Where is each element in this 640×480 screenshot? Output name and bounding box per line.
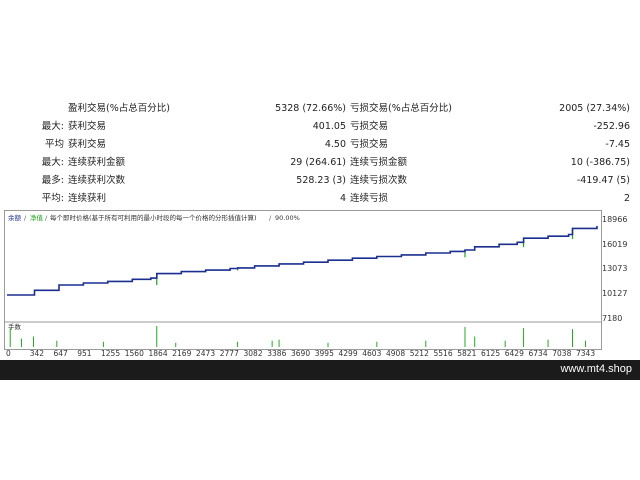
x-tick-label: 4299 [339, 349, 358, 358]
chart-axes: 18966 16019 13073 10127 7180 0 342 647 951 1255 15… [6, 215, 627, 358]
y-tick-label: 7180 [602, 314, 622, 323]
x-tick-label: 3082 [244, 349, 263, 358]
x-tick-label: 2777 [220, 349, 239, 358]
y-tick-label: 10127 [602, 289, 627, 298]
x-tick-label: 647 [54, 349, 69, 358]
y-tick-label: 18966 [602, 215, 627, 224]
x-tick-label: 1864 [149, 349, 168, 358]
x-tick-label: 2473 [196, 349, 215, 358]
x-tick-label: 6429 [505, 349, 524, 358]
x-tick-label: 6125 [481, 349, 500, 358]
y-tick-label: 16019 [602, 240, 627, 249]
x-tick-label: 7038 [552, 349, 571, 358]
footer-bar: www.mt4.shop [0, 360, 640, 380]
x-tick-label: 2169 [172, 349, 191, 358]
watermark-text: www.mt4.shop [560, 363, 632, 375]
x-tick-label: 342 [30, 349, 45, 358]
x-tick-label: 6734 [529, 349, 548, 358]
x-tick-label: 5212 [410, 349, 429, 358]
x-tick-label: 4908 [386, 349, 405, 358]
x-tick-label: 4603 [362, 349, 381, 358]
x-tick-label: 5516 [434, 349, 453, 358]
x-tick-label: 3995 [315, 349, 334, 358]
x-tick-label: 1255 [101, 349, 120, 358]
y-tick-label: 13073 [602, 264, 627, 273]
x-tick-label: 1560 [125, 349, 144, 358]
x-tick-label: 5821 [457, 349, 476, 358]
x-tick-label: 3386 [267, 349, 286, 358]
x-tick-label: 951 [77, 349, 92, 358]
x-tick-label: 0 [6, 349, 11, 358]
x-tick-label: 7343 [576, 349, 595, 358]
x-tick-label: 3690 [291, 349, 310, 358]
